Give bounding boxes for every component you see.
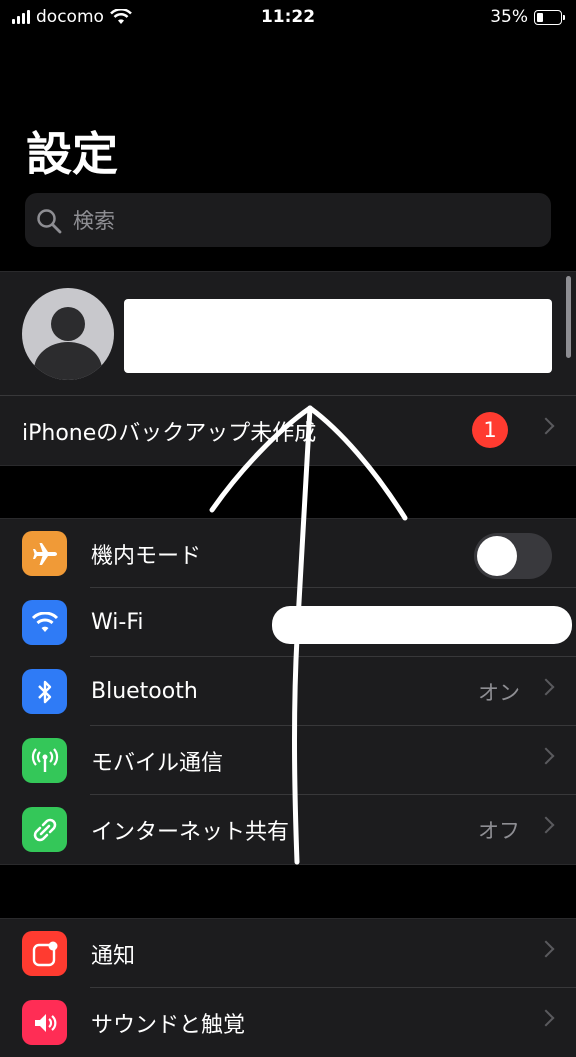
annotation-arrow: [209, 405, 408, 865]
